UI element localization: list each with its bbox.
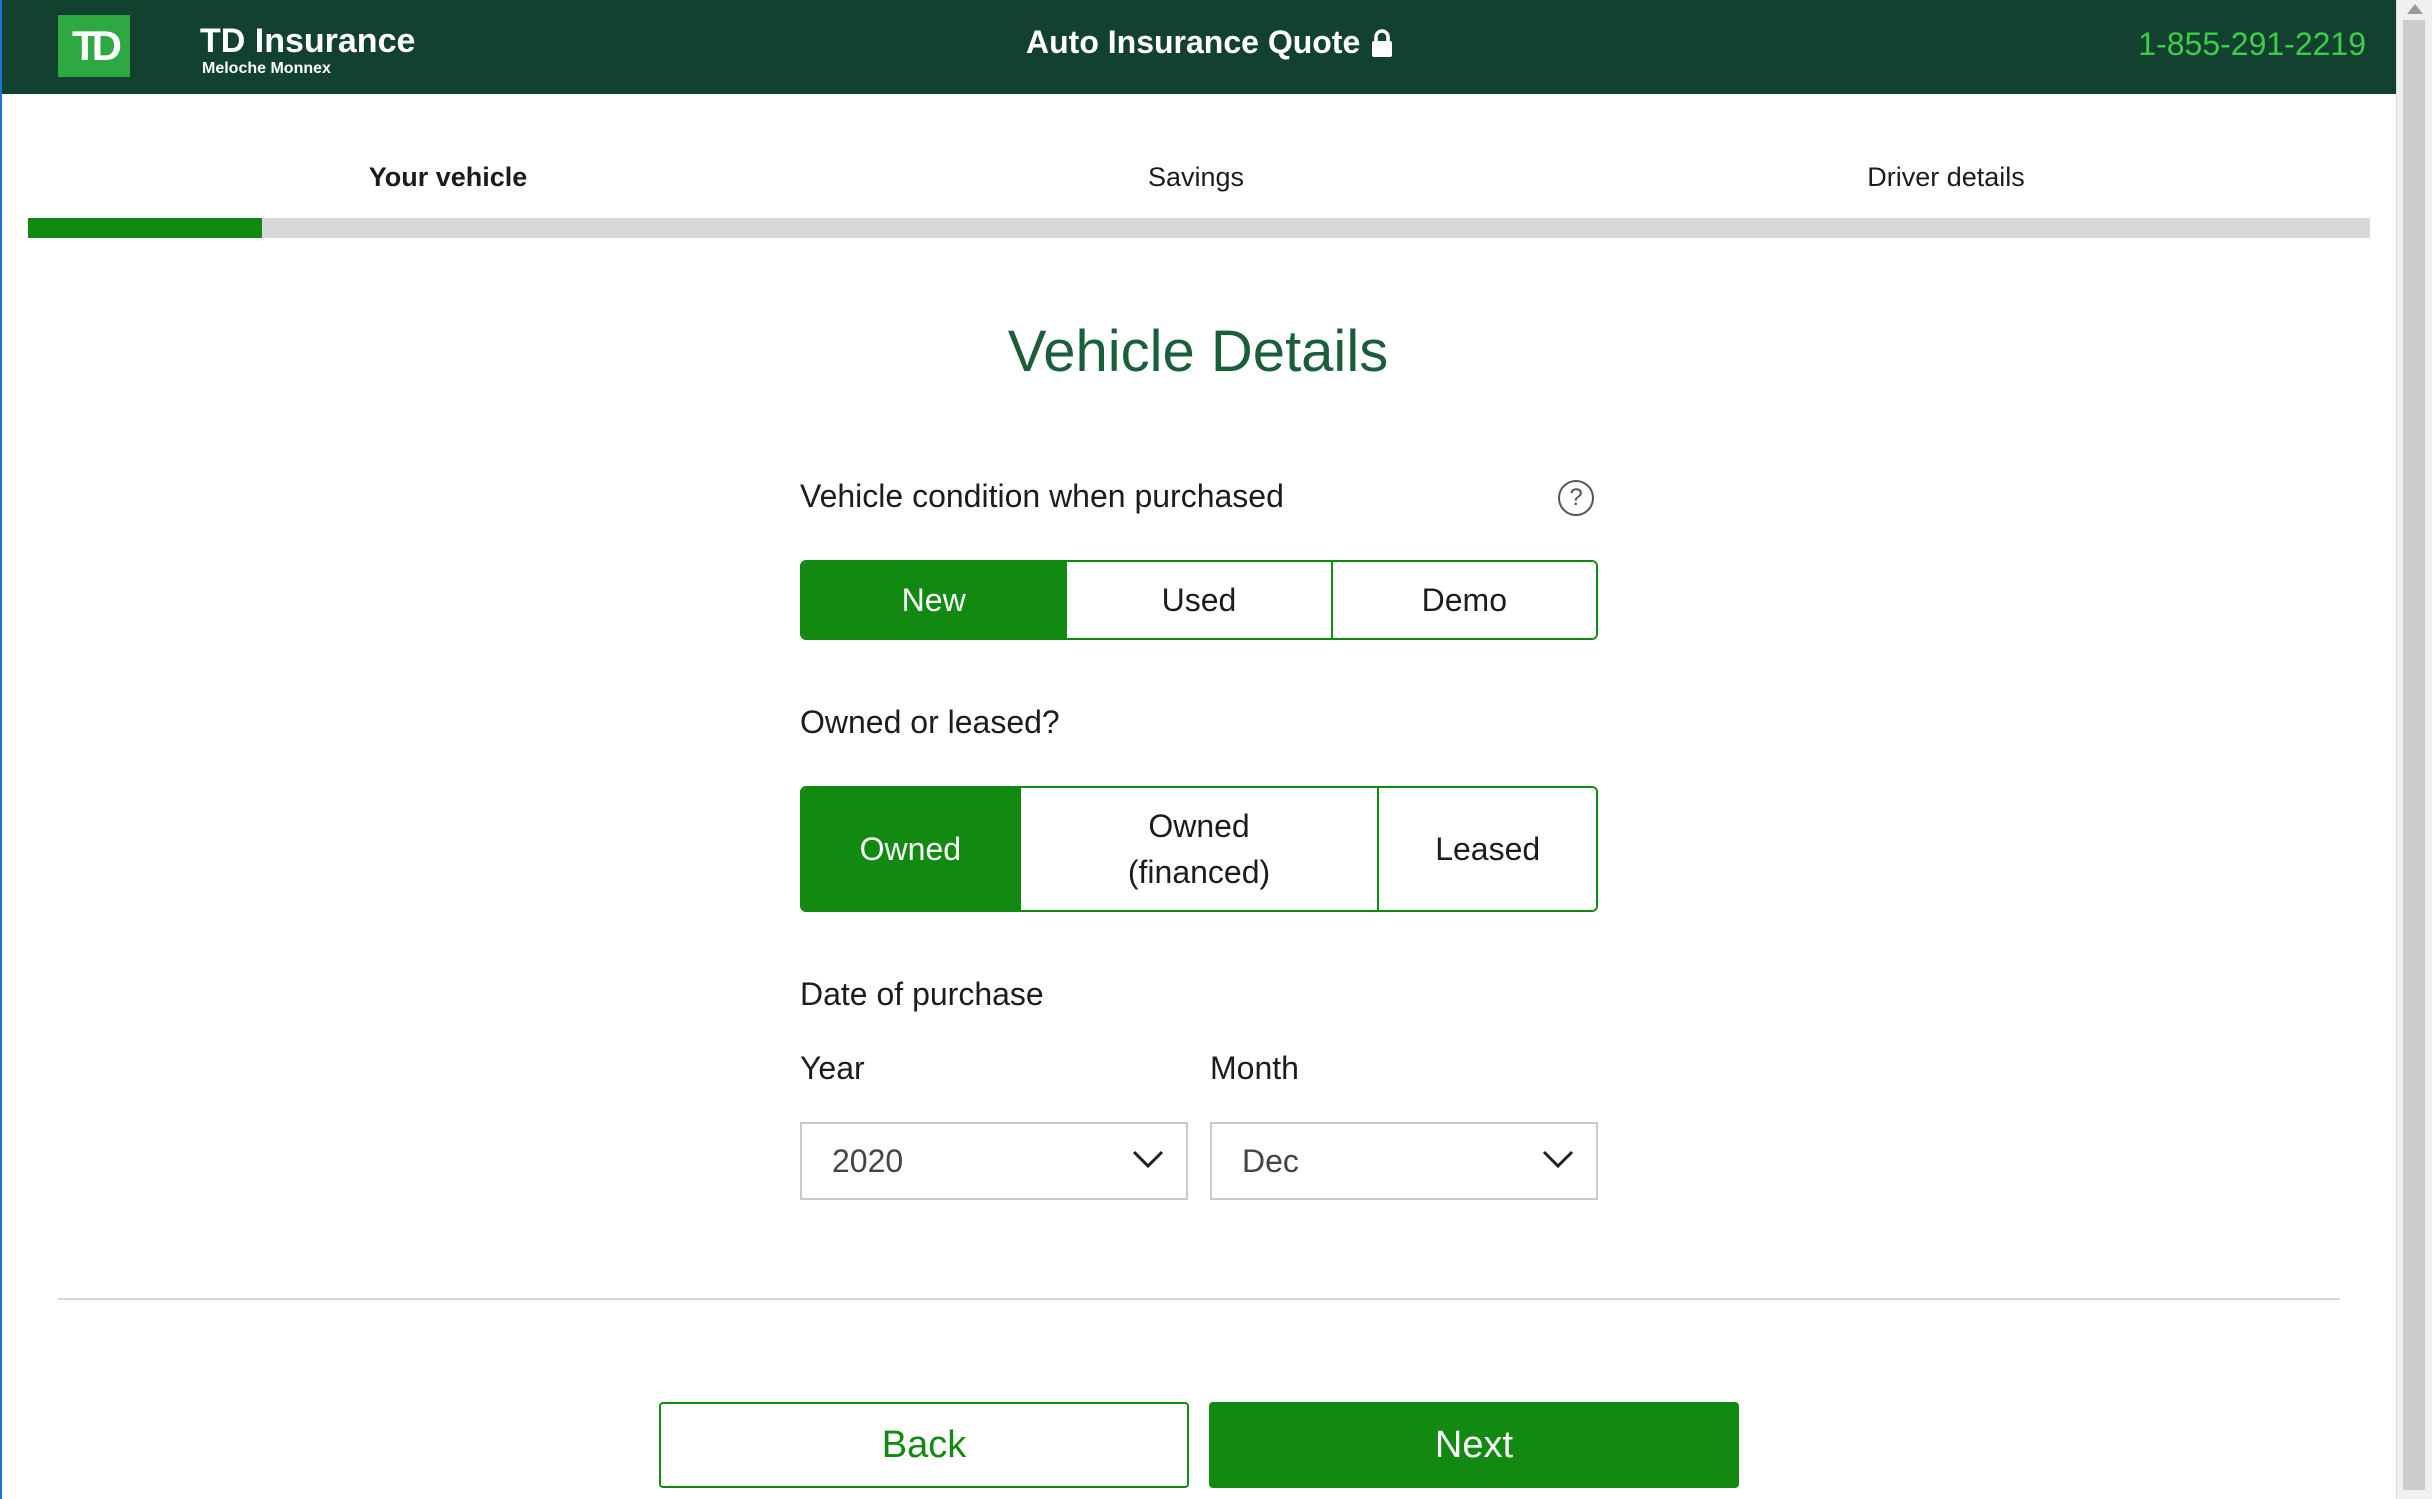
step-your-vehicle: Your vehicle bbox=[368, 162, 528, 192]
ownership-label: Owned or leased? bbox=[800, 704, 1060, 740]
brand-name: TD Insurance bbox=[200, 22, 416, 60]
month-select[interactable]: Dec bbox=[1210, 1122, 1598, 1200]
window-edge bbox=[0, 0, 2, 1499]
page-header-title: Auto Insurance Quote bbox=[1026, 24, 1394, 61]
brand-subtitle: Meloche Monnex bbox=[202, 60, 331, 77]
ownership-financed-button[interactable]: Owned (financed) bbox=[1018, 788, 1378, 910]
scroll-up-arrow-icon[interactable] bbox=[2407, 4, 2423, 14]
page-title: Vehicle Details bbox=[1007, 319, 1389, 384]
condition-label: Vehicle condition when purchased bbox=[800, 478, 1284, 514]
condition-used-button[interactable]: Used bbox=[1065, 562, 1331, 638]
section-divider bbox=[58, 1298, 2340, 1300]
next-button[interactable]: Next bbox=[1209, 1402, 1739, 1488]
step-driver-details: Driver details bbox=[1867, 162, 2025, 192]
year-select[interactable]: 2020 bbox=[800, 1122, 1188, 1200]
month-select-value: Dec bbox=[1242, 1142, 1299, 1179]
step-savings: Savings bbox=[1147, 162, 1245, 192]
year-label: Year bbox=[800, 1050, 865, 1086]
chevron-down-icon bbox=[1132, 1150, 1164, 1169]
vertical-scrollbar[interactable] bbox=[2396, 0, 2432, 1499]
scroll-thumb[interactable] bbox=[2403, 20, 2425, 1490]
progress-steps: Your vehicle Savings Driver details bbox=[28, 150, 2370, 210]
condition-toggle-group: New Used Demo bbox=[800, 560, 1598, 640]
ownership-toggle-group: Owned Owned (financed) Leased bbox=[800, 786, 1598, 912]
chevron-down-icon bbox=[1542, 1150, 1574, 1169]
condition-demo-button[interactable]: Demo bbox=[1330, 562, 1596, 638]
header-title-text: Auto Insurance Quote bbox=[1026, 24, 1361, 60]
phone-number[interactable]: 1-855-291-2219 bbox=[2138, 26, 2366, 63]
ownership-owned-button[interactable]: Owned bbox=[802, 788, 1019, 910]
purchase-date-label: Date of purchase bbox=[800, 976, 1044, 1012]
year-select-value: 2020 bbox=[832, 1142, 904, 1179]
progress-bar bbox=[28, 218, 2370, 238]
help-icon[interactable]: ? bbox=[1558, 480, 1594, 516]
ownership-leased-button[interactable]: Leased bbox=[1377, 788, 1596, 910]
month-label: Month bbox=[1210, 1050, 1299, 1086]
td-logo[interactable]: TD bbox=[58, 15, 130, 77]
back-button[interactable]: Back bbox=[659, 1402, 1189, 1488]
lock-icon bbox=[1370, 28, 1394, 58]
condition-new-button[interactable]: New bbox=[802, 562, 1066, 638]
progress-bar-fill bbox=[28, 218, 263, 238]
top-header: TD TD Insurance Meloche Monnex Auto Insu… bbox=[2, 0, 2396, 94]
